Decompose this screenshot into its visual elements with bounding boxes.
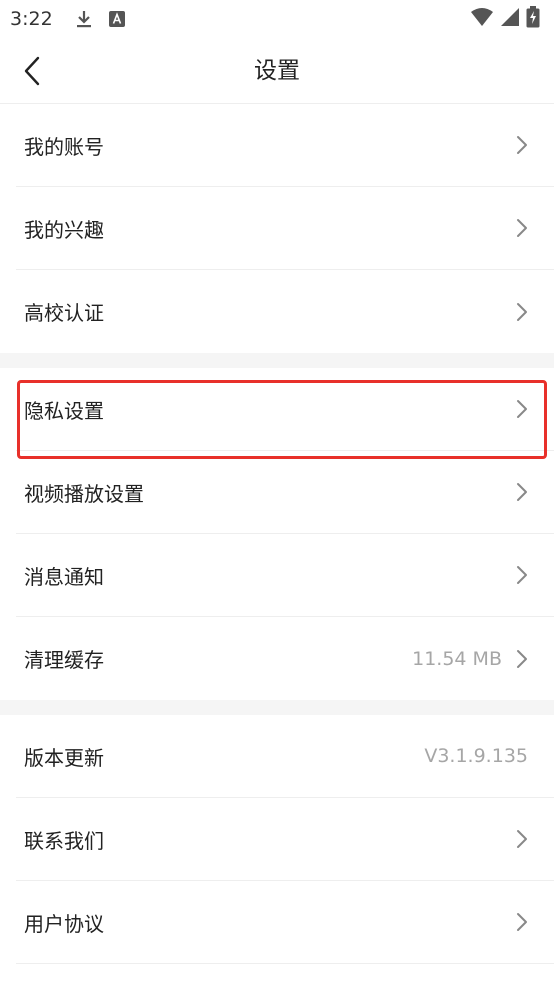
- cell-signal-icon: [500, 7, 520, 31]
- settings-item-label: 消息通知: [24, 564, 104, 589]
- settings-item-label: 我的兴趣: [24, 217, 104, 242]
- a-text-notification-icon: [108, 11, 125, 27]
- chevron-right-icon: [516, 912, 528, 932]
- settings-item-label: 版本更新: [24, 745, 104, 770]
- chevron-right-icon: [516, 218, 528, 238]
- chevron-right-icon: [516, 135, 528, 155]
- settings-item-label: 高校认证: [24, 301, 104, 325]
- settings-item-video-playback[interactable]: 视频播放设置: [16, 451, 554, 534]
- chevron-right-icon: [516, 565, 528, 585]
- chevron-right-icon: [516, 302, 528, 322]
- settings-list: 我的账号 我的兴趣 高校认证 隐私设置 视频播放设置 消息通知 清理缓存 11.…: [0, 104, 554, 964]
- group-divider: [0, 353, 554, 368]
- page-title: 设置: [254, 58, 300, 84]
- settings-item-label: 隐私设置: [24, 398, 104, 423]
- chevron-right-icon: [516, 829, 528, 849]
- battery-charging-icon: [526, 6, 540, 32]
- settings-item-my-account[interactable]: 我的账号: [16, 104, 554, 187]
- cache-size-value: 11.54 MB: [412, 647, 502, 670]
- download-icon: [75, 9, 93, 29]
- settings-item-version-update[interactable]: 版本更新 V3.1.9.135: [16, 715, 554, 798]
- settings-item-my-interests[interactable]: 我的兴趣: [16, 187, 554, 270]
- settings-item-clear-cache[interactable]: 清理缓存 11.54 MB: [16, 617, 554, 700]
- status-bar: 3:22: [0, 0, 554, 38]
- status-time: 3:22: [10, 8, 53, 30]
- group-divider: [0, 700, 554, 715]
- settings-item-label: 我的账号: [24, 134, 104, 159]
- wifi-icon: [470, 7, 494, 31]
- settings-item-privacy[interactable]: 隐私设置: [16, 368, 554, 451]
- settings-item-notifications[interactable]: 消息通知: [16, 534, 554, 617]
- chevron-right-icon: [516, 649, 528, 669]
- settings-item-campus-verification[interactable]: 高校认证: [16, 270, 554, 353]
- settings-item-contact-us[interactable]: 联系我们: [16, 798, 554, 881]
- app-header: 设置: [0, 38, 554, 104]
- settings-item-user-agreement[interactable]: 用户协议: [16, 881, 554, 964]
- version-value: V3.1.9.135: [424, 745, 528, 767]
- settings-item-label: 用户协议: [24, 911, 104, 936]
- settings-item-label: 视频播放设置: [24, 481, 144, 506]
- settings-item-label: 清理缓存: [24, 648, 104, 672]
- chevron-right-icon: [516, 482, 528, 502]
- chevron-right-icon: [516, 399, 528, 419]
- settings-item-label: 联系我们: [24, 828, 104, 853]
